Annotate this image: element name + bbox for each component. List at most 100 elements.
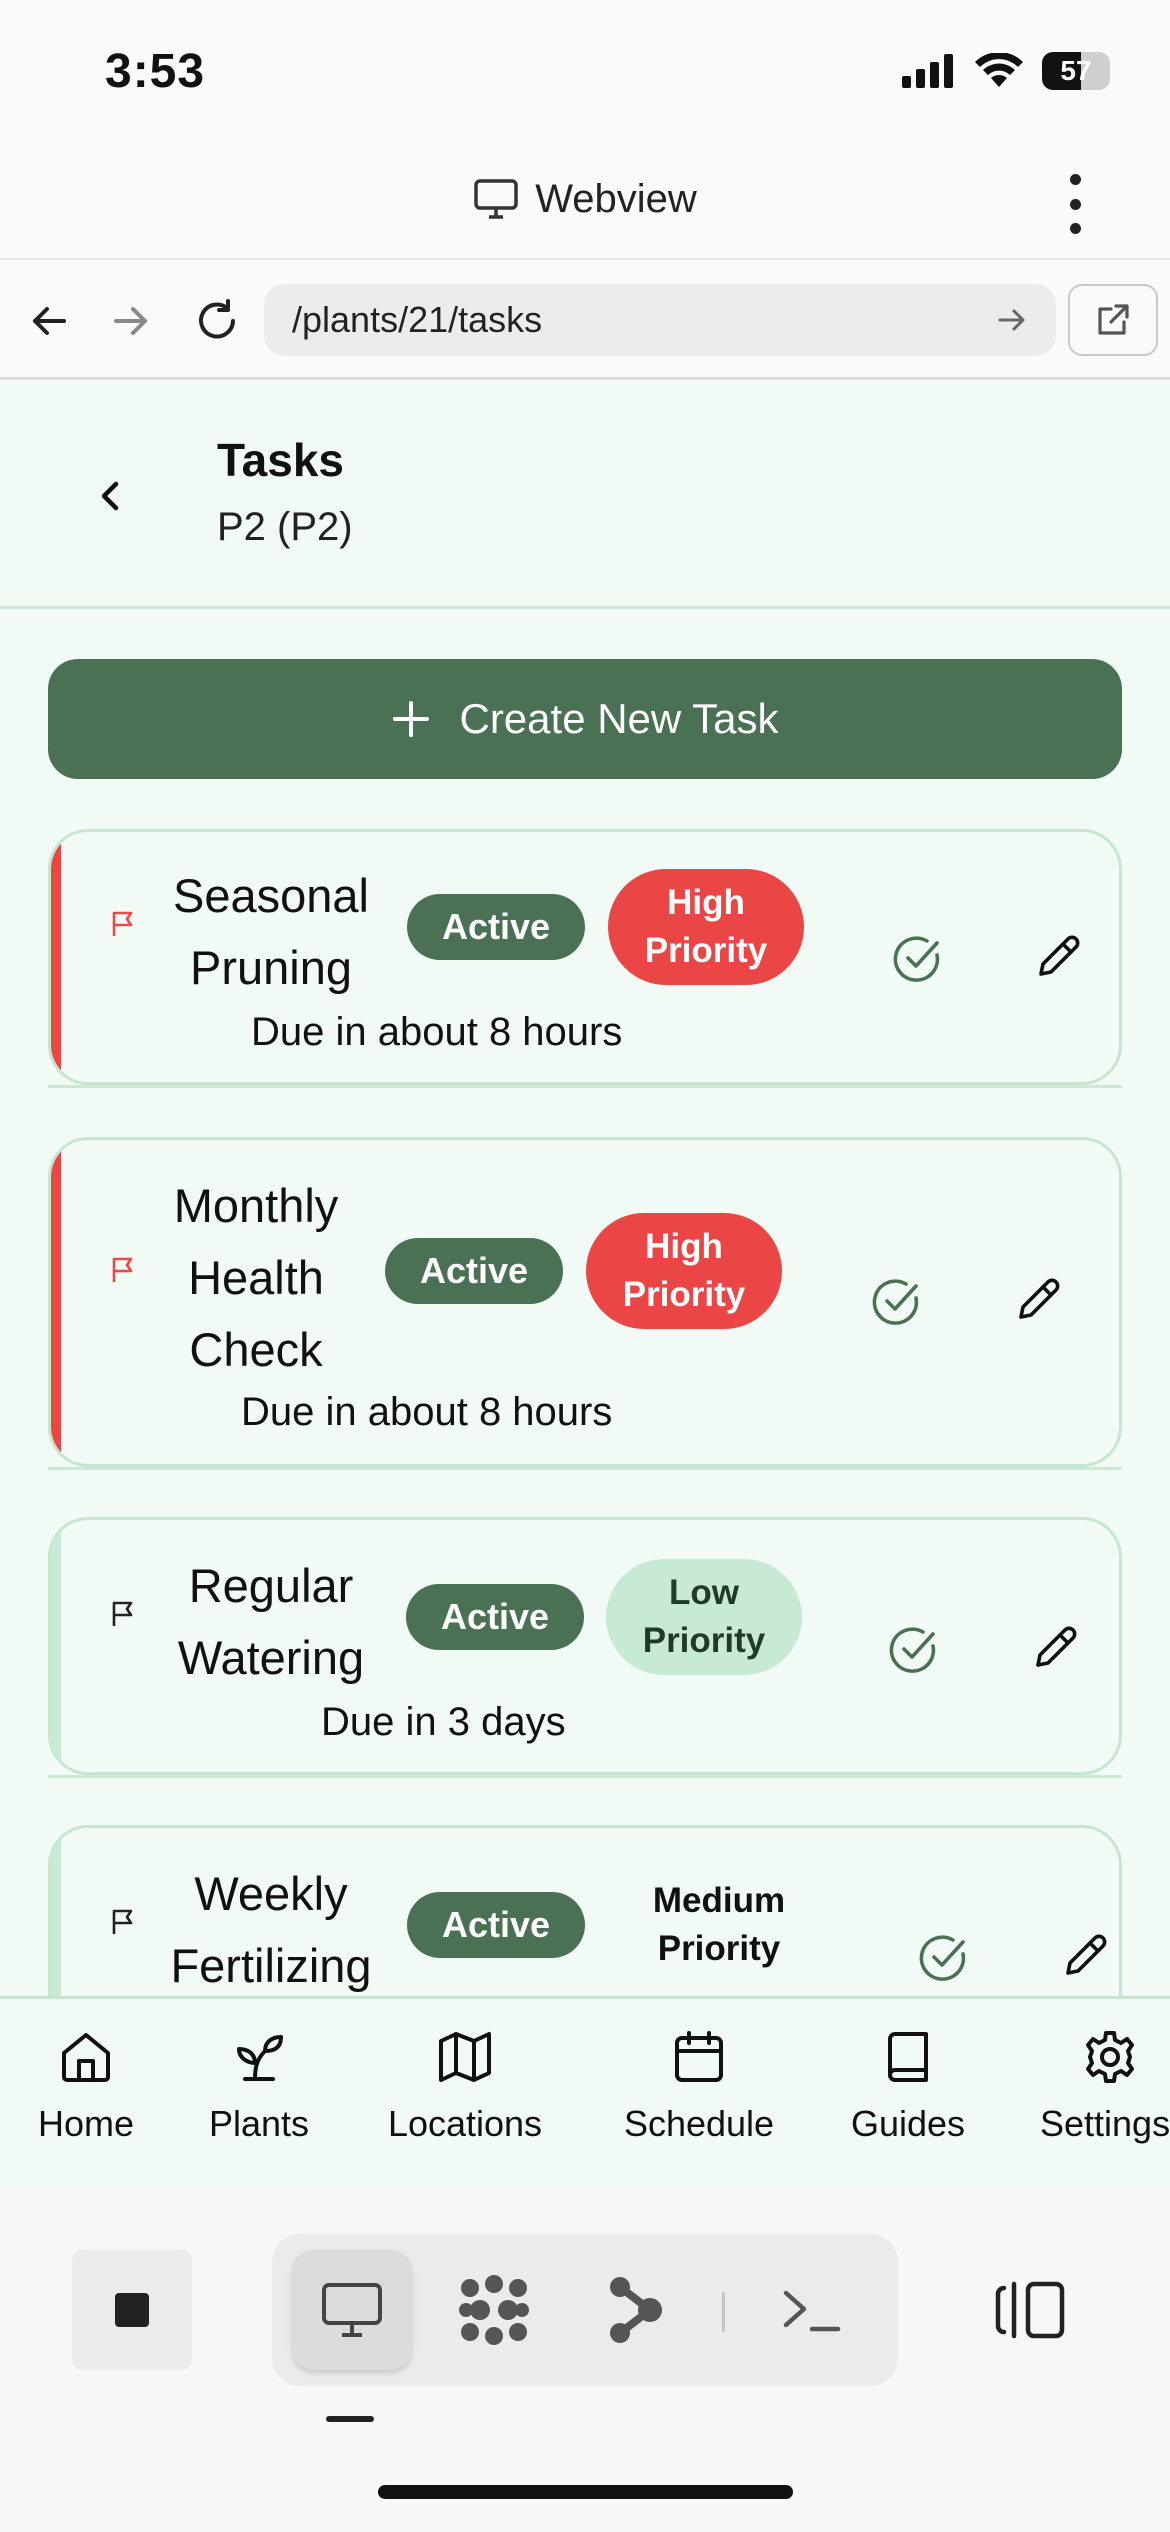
calendar-icon [675,2031,723,2082]
priority-accent-bar [51,1140,61,1464]
due-text: Due in about 8 hours [251,1010,623,1054]
task-card[interactable]: Seasonal Pruning Active High Priority Due… [48,829,1122,1085]
nav-label: Guides [850,2103,966,2144]
page-header: Tasks P2 (P2) [0,381,1170,609]
webview-title-group: Webview [473,177,697,222]
back-nav-button[interactable] [14,286,84,356]
card-divider [48,1775,1122,1778]
edit-task-button[interactable] [1023,1616,1087,1680]
nav-item-guides[interactable]: Guides [848,2029,968,2145]
check-circle-icon [919,1935,966,1981]
terminal-mode-button[interactable] [752,2250,872,2370]
gear-icon [1086,2031,1134,2083]
due-text: Due in about 8 hours [241,1390,613,1434]
webview-title: Webview [535,176,697,221]
nav-label: Locations [387,2103,543,2144]
monitor-icon [322,2283,382,2337]
flag-icon [112,1601,133,1626]
webview-mode-button[interactable] [292,2250,412,2370]
go-arrow-icon[interactable] [996,304,1028,336]
priority-badge: Medium Priority [652,1881,786,1968]
sprout-icon [237,2035,283,2081]
url-input[interactable]: /plants/21/tasks [264,284,1056,356]
nav-label: Settings [1040,2103,1170,2144]
node-graph-icon [610,2277,662,2343]
stop-icon [115,2293,149,2327]
back-button[interactable] [80,461,140,531]
status-time: 3:53 [105,45,206,98]
reload-button[interactable] [182,286,252,356]
edit-task-button[interactable] [1006,1268,1070,1332]
task-title: Monthly Health Check [173,1179,339,1376]
task-card[interactable]: Monthly Health Check Active High Priority… [48,1137,1122,1467]
book-icon [888,2032,928,2082]
url-bar-row: /plants/21/tasks [0,262,1170,380]
task-title: Weekly Fertilizing [170,1867,372,1992]
task-title: Regular Watering [177,1559,365,1684]
canvas-mode-button[interactable] [434,2250,554,2370]
nav-label: Home [37,2103,135,2144]
edit-task-button[interactable] [1026,925,1090,989]
page-subtitle: P2 (P2) [217,505,353,549]
priority-badge: High Priority [586,1213,782,1329]
priority-accent-bar [51,1520,61,1772]
edit-task-button[interactable] [1053,1924,1117,1988]
arrow-left-icon [33,307,66,335]
wifi-icon [975,53,1023,87]
nav-item-schedule[interactable]: Schedule [617,2029,781,2145]
complete-task-button[interactable] [911,1926,975,1990]
app-content: Tasks P2 (P2) Create New Task Seasonal P… [0,381,1170,1996]
nav-item-locations[interactable]: Locations [382,2029,548,2145]
sidebar-panel-icon [995,2281,1065,2339]
check-circle-icon [893,936,940,982]
complete-task-button[interactable] [864,1270,928,1334]
phone-screen: 3:53 57 Webview /plants/21/tasks Tasks P… [0,0,1170,2532]
flag-icon [112,1257,133,1282]
arrow-right-icon [114,307,147,335]
priority-badge: High Priority [608,869,804,985]
bottom-nav: Home Plants Locations Schedule Guides Se… [0,1996,1170,2188]
more-dot-icon [1069,198,1081,210]
terminal-icon [783,2290,841,2332]
task-card[interactable]: Regular Watering Active Low Priority Due … [48,1517,1122,1775]
selected-mode-indicator [326,2416,374,2422]
status-bar: 3:53 57 [0,0,1170,140]
cellular-signal-icon [902,54,953,88]
battery-level: 57 [1060,55,1092,86]
create-new-task-button[interactable]: Create New Task [48,659,1122,779]
complete-task-button[interactable] [885,927,949,991]
plus-icon [393,701,430,737]
external-link-icon [1098,304,1129,335]
more-dot-icon [1069,223,1081,234]
dev-toolbar [0,2188,1170,2532]
pencil-icon [1066,1934,1107,1975]
nav-item-home[interactable]: Home [36,2029,136,2145]
status-icons: 57 [902,52,1110,90]
status-badge: Active [407,894,585,960]
nav-item-settings[interactable]: Settings [1040,2029,1170,2145]
status-badge: Active [385,1238,563,1304]
battery-icon: 57 [1042,52,1110,90]
create-button-label: Create New Task [459,695,779,742]
check-circle-icon [889,1627,936,1673]
task-title: Seasonal Pruning [173,869,369,994]
task-card[interactable]: Weekly Fertilizing Active Medium Priority [48,1825,1122,1996]
monitor-icon [474,179,518,219]
open-external-button[interactable] [1068,284,1158,356]
forward-nav-button[interactable] [96,286,166,356]
stop-button[interactable] [72,2250,192,2370]
priority-badge: Low Priority [606,1559,802,1675]
nav-item-plants[interactable]: Plants [204,2029,314,2145]
card-divider [48,1085,1122,1088]
home-indicator [378,2485,793,2499]
complete-task-button[interactable] [881,1618,945,1682]
more-menu-button[interactable] [1060,174,1090,234]
check-circle-icon [872,1279,919,1325]
graph-mode-button[interactable] [576,2250,696,2370]
map-icon [439,2032,491,2082]
due-text: Due in 3 days [321,1700,566,1744]
panel-toggle-button[interactable] [980,2260,1080,2360]
status-badge: Active [406,1584,584,1650]
home-icon [62,2033,110,2082]
url-text: /plants/21/tasks [292,299,543,340]
